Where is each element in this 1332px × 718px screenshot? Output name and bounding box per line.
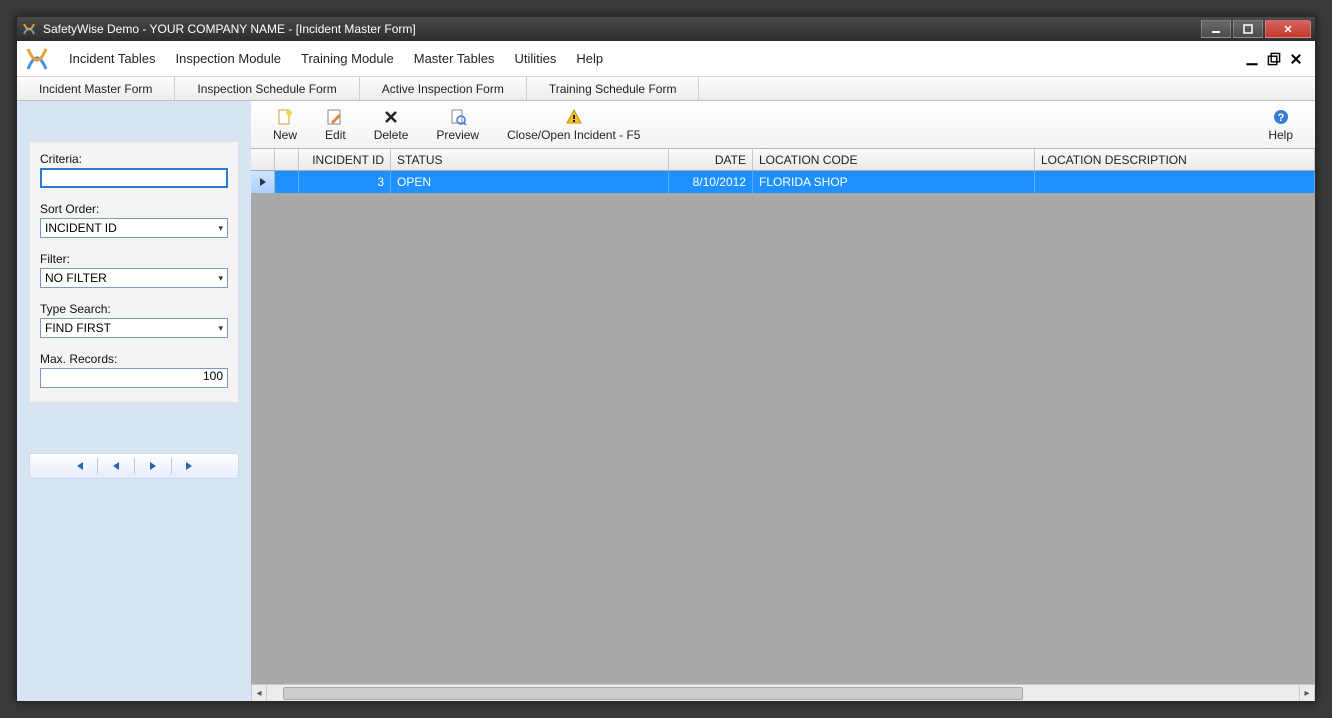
tab-active-inspection[interactable]: Active Inspection Form: [360, 77, 527, 100]
help-button[interactable]: ? Help: [1254, 106, 1307, 144]
menu-inspection-module[interactable]: Inspection Module: [166, 45, 292, 72]
edit-button[interactable]: Edit: [311, 106, 360, 144]
sort-order-label: Sort Order:: [40, 202, 228, 216]
grid-header-location-code[interactable]: LOCATION CODE: [753, 149, 1035, 170]
table-row[interactable]: 3 OPEN 8/10/2012 FLORIDA SHOP: [251, 171, 1315, 193]
menu-help[interactable]: Help: [566, 45, 613, 72]
preview-icon: [449, 108, 467, 126]
sort-order-value: INCIDENT ID: [45, 221, 117, 235]
type-search-value: FIND FIRST: [45, 321, 111, 335]
max-records-label: Max. Records:: [40, 352, 228, 366]
sidebar: Criteria: Sort Order: INCIDENT ID ▾ Filt…: [17, 101, 251, 701]
new-button[interactable]: New: [259, 106, 311, 144]
window-title: SafetyWise Demo - YOUR COMPANY NAME - [I…: [43, 22, 1199, 36]
grid-header-status[interactable]: STATUS: [391, 149, 669, 170]
close-open-incident-button[interactable]: Close/Open Incident - F5: [493, 106, 654, 144]
svg-text:?: ?: [1277, 112, 1284, 124]
cell-status[interactable]: OPEN: [391, 171, 669, 193]
main-area: New Edit Delete Preview Close/Open Incid…: [251, 101, 1315, 701]
row-header-blank[interactable]: [251, 149, 275, 170]
grid-header: INCIDENT ID STATUS DATE LOCATION CODE LO…: [251, 149, 1315, 171]
grid-header-location-description[interactable]: LOCATION DESCRIPTION: [1035, 149, 1315, 170]
maximize-button[interactable]: [1233, 20, 1263, 38]
edit-icon: [326, 108, 344, 126]
nav-next-button[interactable]: [135, 461, 171, 471]
warning-icon: [565, 108, 583, 126]
cell-incident-id[interactable]: 3: [299, 171, 391, 193]
content-area: Criteria: Sort Order: INCIDENT ID ▾ Filt…: [17, 101, 1315, 701]
chevron-down-icon: ▾: [218, 323, 223, 334]
menu-master-tables[interactable]: Master Tables: [404, 45, 505, 72]
scroll-right-button[interactable]: ▸: [1299, 685, 1315, 701]
tab-inspection-schedule[interactable]: Inspection Schedule Form: [175, 77, 359, 100]
max-records-value[interactable]: 100: [40, 368, 228, 388]
record-navigator: [29, 453, 239, 479]
horizontal-scrollbar[interactable]: ◂ ▸: [251, 684, 1315, 701]
menu-utilities[interactable]: Utilities: [504, 45, 566, 72]
tab-training-schedule[interactable]: Training Schedule Form: [527, 77, 700, 100]
cell-location-description[interactable]: [1035, 171, 1315, 193]
mdi-close-button[interactable]: [1289, 52, 1303, 66]
criteria-label: Criteria:: [40, 152, 228, 166]
new-icon: [276, 108, 294, 126]
criteria-input[interactable]: [40, 168, 228, 188]
cell-location-code[interactable]: FLORIDA SHOP: [753, 171, 1035, 193]
grid-header-blank[interactable]: [275, 149, 299, 170]
grid-header-incident-id[interactable]: INCIDENT ID: [299, 149, 391, 170]
filter-value: NO FILTER: [45, 271, 107, 285]
app-window: SafetyWise Demo - YOUR COMPANY NAME - [I…: [16, 16, 1316, 702]
scroll-thumb[interactable]: [283, 687, 1023, 700]
type-search-select[interactable]: FIND FIRST ▾: [40, 318, 228, 338]
scroll-left-button[interactable]: ◂: [251, 685, 267, 701]
search-panel: Criteria: Sort Order: INCIDENT ID ▾ Filt…: [29, 141, 239, 403]
scroll-track[interactable]: [267, 685, 1299, 701]
preview-button[interactable]: Preview: [422, 106, 493, 144]
cell-date[interactable]: 8/10/2012: [669, 171, 753, 193]
mdi-restore-button[interactable]: [1267, 52, 1281, 66]
nav-first-button[interactable]: [61, 460, 97, 472]
toolbar: New Edit Delete Preview Close/Open Incid…: [251, 101, 1315, 149]
logo-icon: [23, 45, 51, 73]
titlebar[interactable]: SafetyWise Demo - YOUR COMPANY NAME - [I…: [17, 17, 1315, 41]
app-icon: [21, 21, 37, 37]
nav-last-button[interactable]: [172, 460, 208, 472]
window-controls: [1199, 20, 1311, 38]
filter-label: Filter:: [40, 252, 228, 266]
tab-incident-master[interactable]: Incident Master Form: [17, 77, 175, 100]
cell-blank: [275, 171, 299, 193]
grid-header-date[interactable]: DATE: [669, 149, 753, 170]
minimize-button[interactable]: [1201, 20, 1231, 38]
nav-prev-button[interactable]: [98, 461, 134, 471]
delete-button[interactable]: Delete: [360, 106, 423, 144]
chevron-down-icon: ▾: [218, 273, 223, 284]
menubar: Incident Tables Inspection Module Traini…: [17, 41, 1315, 77]
menu-incident-tables[interactable]: Incident Tables: [59, 45, 166, 72]
filter-select[interactable]: NO FILTER ▾: [40, 268, 228, 288]
menu-training-module[interactable]: Training Module: [291, 45, 404, 72]
delete-icon: [382, 108, 400, 126]
mdi-controls: [1245, 52, 1309, 66]
mdi-minimize-button[interactable]: [1245, 52, 1259, 66]
type-search-label: Type Search:: [40, 302, 228, 316]
sub-toolbar: Incident Master Form Inspection Schedule…: [17, 77, 1315, 101]
help-icon: ?: [1272, 108, 1290, 126]
row-indicator[interactable]: [251, 171, 275, 193]
sort-order-select[interactable]: INCIDENT ID ▾: [40, 218, 228, 238]
chevron-down-icon: ▾: [218, 223, 223, 234]
close-button[interactable]: [1265, 20, 1311, 38]
incident-grid[interactable]: INCIDENT ID STATUS DATE LOCATION CODE LO…: [251, 149, 1315, 684]
